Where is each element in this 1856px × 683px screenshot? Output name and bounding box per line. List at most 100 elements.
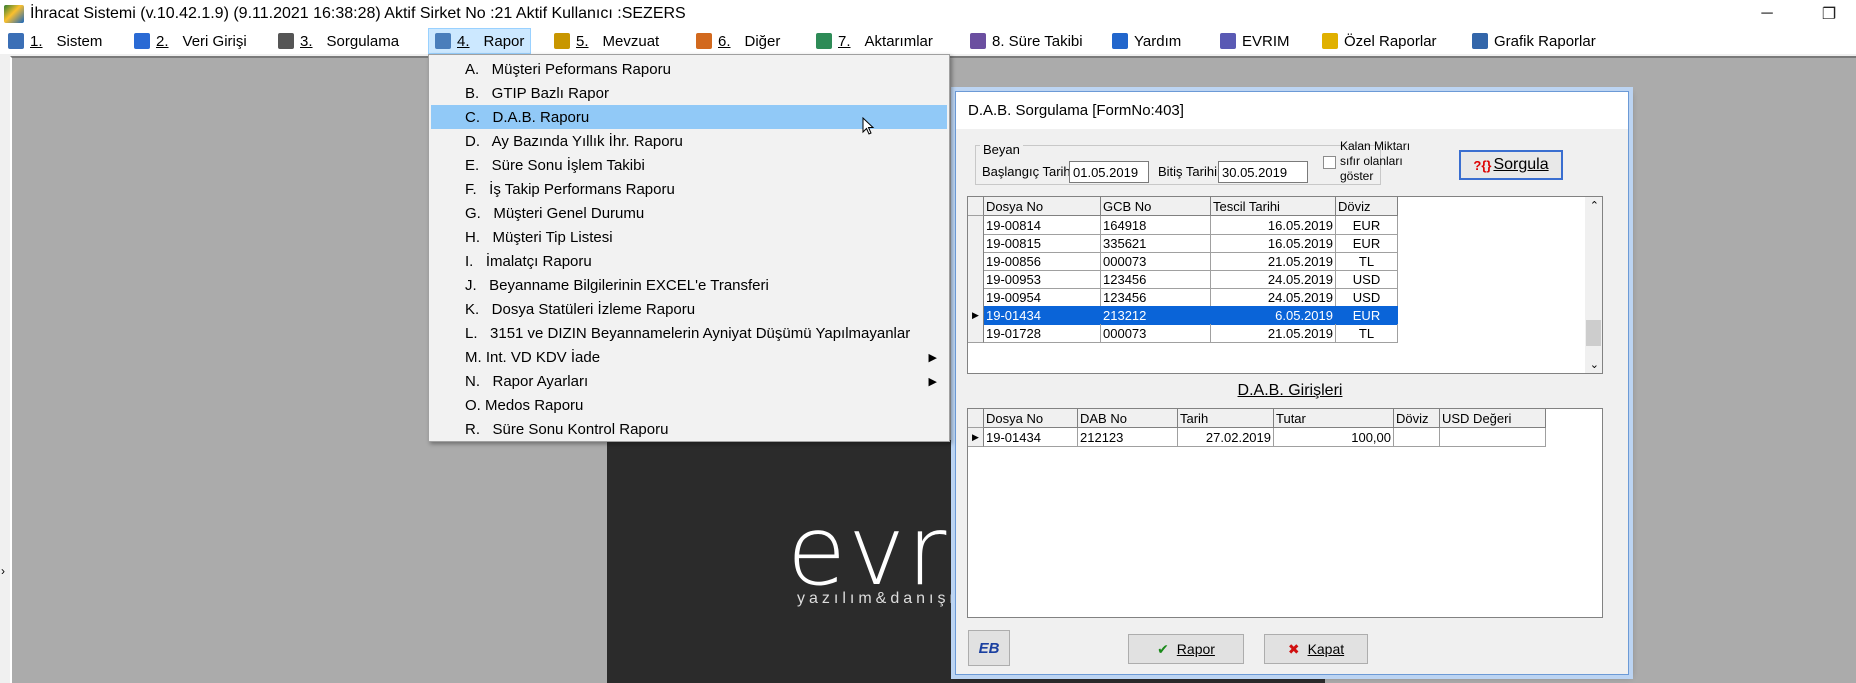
table-row[interactable]: 19-00814 164918 16.05.2019 EUR [968, 216, 1398, 235]
row-indicator[interactable] [968, 216, 984, 235]
table-cell[interactable]: 100,00 [1274, 428, 1394, 447]
kapat-button[interactable]: ✖ Kapat [1264, 634, 1368, 664]
table-row[interactable]: 19-00815 335621 16.05.2019 EUR [968, 234, 1398, 253]
table-cell[interactable]: 19-00856 [984, 252, 1101, 271]
restore-button[interactable]: ❐ [1806, 0, 1852, 28]
row-indicator[interactable]: ▶ [968, 428, 984, 447]
scroll-thumb[interactable] [1586, 320, 1601, 346]
row-indicator[interactable] [968, 324, 984, 343]
menu-10[interactable]: EVRIM [1214, 28, 1296, 54]
rapor-menu-item[interactable]: B. GTIP Bazlı Rapor [431, 81, 947, 105]
expand-arrow-icon[interactable]: › [1, 564, 5, 578]
table-cell[interactable]: 19-01728 [984, 324, 1101, 343]
rapor-menu-item[interactable]: H. Müşteri Tip Listesi [431, 225, 947, 249]
minimize-button[interactable]: ─ [1744, 0, 1790, 28]
row-indicator[interactable] [968, 252, 984, 271]
table-cell[interactable]: 19-01434 [984, 306, 1101, 325]
table-row[interactable]: ▶ 19-01434 213212 6.05.2019 EUR [968, 306, 1398, 325]
rapor-menu-item[interactable]: O. Medos Raporu [431, 393, 947, 417]
scroll-up-icon[interactable]: ⌃ [1590, 199, 1599, 212]
table-cell[interactable]: 24.05.2019 [1211, 270, 1336, 289]
row-indicator[interactable] [968, 270, 984, 289]
rapor-menu-item[interactable]: I. İmalatçı Raporu [431, 249, 947, 273]
rapor-menu-item[interactable]: L. 3151 ve DIZIN Beyannamelerin Ayniyat … [431, 321, 947, 345]
column-header[interactable]: Dosya No [984, 197, 1101, 216]
rapor-menu-item[interactable]: K. Dosya Statüleri İzleme Raporu [431, 297, 947, 321]
dab-girisleri-grid[interactable]: Dosya No DAB No Tarih Tutar Döviz USD Değeri ▶… [967, 408, 1603, 618]
kalan-miktar-checkbox[interactable] [1323, 156, 1336, 169]
table-cell[interactable]: TL [1336, 324, 1398, 343]
table-row[interactable]: 19-00856 000073 21.05.2019 TL [968, 252, 1398, 271]
table-cell[interactable]: 335621 [1101, 234, 1211, 253]
table-cell[interactable]: 21.05.2019 [1211, 324, 1336, 343]
table-row[interactable]: 19-00953 123456 24.05.2019 USD [968, 270, 1398, 289]
table-cell[interactable]: 123456 [1101, 270, 1211, 289]
table-cell[interactable] [1394, 428, 1440, 447]
table-cell[interactable]: 213212 [1101, 306, 1211, 325]
column-header[interactable]: USD Değeri [1440, 409, 1546, 428]
column-header[interactable]: Dosya No [984, 409, 1078, 428]
table-cell[interactable]: USD [1336, 270, 1398, 289]
menu-1[interactable]: 1. Sistem [2, 28, 108, 54]
rapor-menu-item[interactable]: N. Rapor Ayarları ▶ [431, 369, 947, 393]
rapor-menu-item[interactable]: F. İş Takip Performans Raporu [431, 177, 947, 201]
menu-5[interactable]: 5. Mevzuat [548, 28, 665, 54]
table-cell[interactable]: 19-01434 [984, 428, 1078, 447]
rapor-menu-item[interactable]: A. Müşteri Peformans Raporu [431, 57, 947, 81]
beyan-grid[interactable]: ⌃ ⌄ Dosya No GCB No Tescil Tarihi Döviz 19-0… [967, 196, 1603, 374]
eb-button[interactable]: EB [968, 630, 1010, 666]
rapor-button[interactable]: ✔ Rapor [1128, 634, 1244, 664]
table-row[interactable]: ▶ 19-01434 212123 27.02.2019 100,00 [968, 428, 1546, 447]
table-cell[interactable]: 000073 [1101, 324, 1211, 343]
column-header[interactable]: Tutar [1274, 409, 1394, 428]
column-header[interactable]: Tarih [1178, 409, 1274, 428]
grid-scrollbar[interactable]: ⌃ ⌄ [1585, 197, 1602, 373]
table-cell[interactable]: EUR [1336, 234, 1398, 253]
table-cell[interactable]: 16.05.2019 [1211, 234, 1336, 253]
table-cell[interactable]: TL [1336, 252, 1398, 271]
menu-12[interactable]: Grafik Raporlar [1466, 28, 1602, 54]
sorgula-button[interactable]: ?{} Sorgula [1459, 150, 1563, 180]
rapor-menu-item[interactable]: J. Beyanname Bilgilerinin EXCEL'e Transf… [431, 273, 947, 297]
column-header[interactable]: Döviz [1394, 409, 1440, 428]
menu-2[interactable]: 2. Veri Girişi [128, 28, 253, 54]
row-indicator[interactable]: ▶ [968, 306, 984, 325]
column-header[interactable]: Tescil Tarihi [1211, 197, 1336, 216]
start-date-field[interactable]: 01.05.2019 [1069, 161, 1149, 183]
menu-11[interactable]: Özel Raporlar [1316, 28, 1443, 54]
table-cell[interactable]: 164918 [1101, 216, 1211, 235]
scroll-down-icon[interactable]: ⌄ [1590, 358, 1599, 371]
rapor-menu-item[interactable]: M. Int. VD KDV İade ▶ [431, 345, 947, 369]
menu-6[interactable]: 6. Diğer [690, 28, 786, 54]
table-cell[interactable]: USD [1336, 288, 1398, 307]
table-cell[interactable]: 19-00815 [984, 234, 1101, 253]
table-cell[interactable]: EUR [1336, 306, 1398, 325]
menu-3[interactable]: 3. Sorgulama [272, 28, 405, 54]
end-date-field[interactable]: 30.05.2019 [1218, 161, 1308, 183]
table-cell[interactable]: 000073 [1101, 252, 1211, 271]
table-cell[interactable]: 19-00814 [984, 216, 1101, 235]
menu-8[interactable]: 8. Süre Takibi [964, 28, 1089, 54]
table-cell[interactable]: 24.05.2019 [1211, 288, 1336, 307]
table-cell[interactable]: 212123 [1078, 428, 1178, 447]
table-cell[interactable]: 19-00953 [984, 270, 1101, 289]
table-row[interactable]: 19-01728 000073 21.05.2019 TL [968, 324, 1398, 343]
table-cell[interactable]: EUR [1336, 216, 1398, 235]
column-header[interactable]: DAB No [1078, 409, 1178, 428]
rapor-menu-item[interactable]: E. Süre Sonu İşlem Takibi [431, 153, 947, 177]
table-cell[interactable]: 123456 [1101, 288, 1211, 307]
row-indicator[interactable] [968, 288, 984, 307]
table-row[interactable]: 19-00954 123456 24.05.2019 USD [968, 288, 1398, 307]
column-header[interactable]: Döviz [1336, 197, 1398, 216]
menu-9[interactable]: Yardım [1106, 28, 1187, 54]
table-cell[interactable]: 6.05.2019 [1211, 306, 1336, 325]
table-cell[interactable]: 16.05.2019 [1211, 216, 1336, 235]
table-cell[interactable] [1440, 428, 1546, 447]
menu-7[interactable]: 7. Aktarımlar [810, 28, 939, 54]
table-cell[interactable]: 27.02.2019 [1178, 428, 1274, 447]
table-cell[interactable]: 19-00954 [984, 288, 1101, 307]
rapor-menu-item[interactable]: G. Müşteri Genel Durumu [431, 201, 947, 225]
row-indicator[interactable] [968, 234, 984, 253]
menu-4[interactable]: 4. Rapor [428, 28, 532, 54]
rapor-menu-item[interactable]: R. Süre Sonu Kontrol Raporu [431, 417, 947, 441]
